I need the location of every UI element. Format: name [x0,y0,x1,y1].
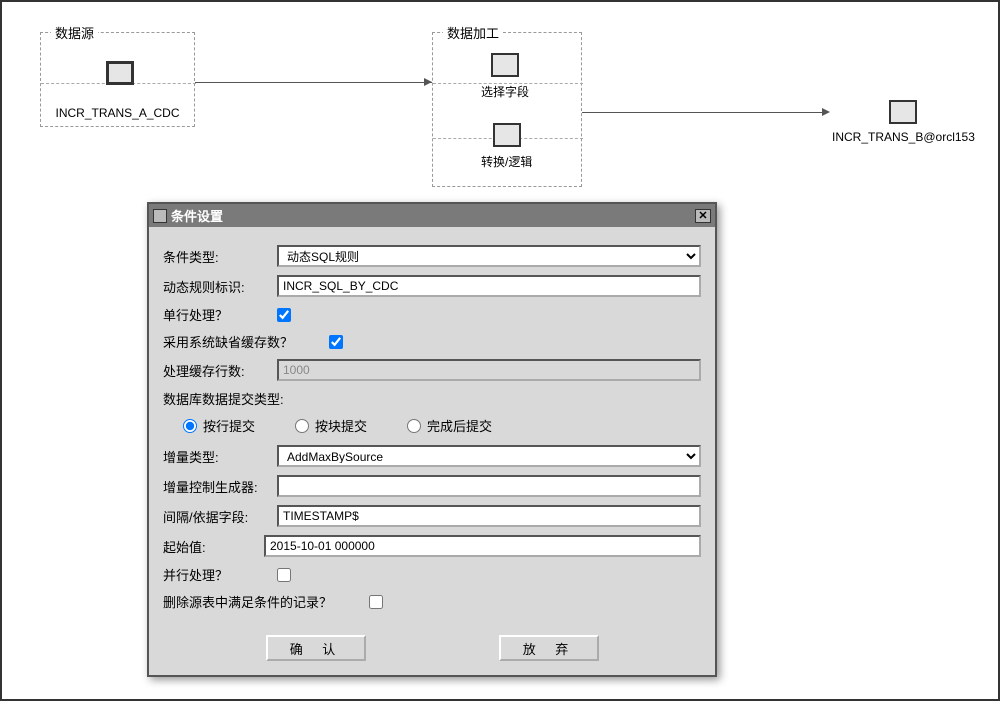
label-commit-type: 数据库数据提交类型: [163,389,323,408]
node-source-label: INCR_TRANS_A_CDC [41,106,194,120]
radio-commit-block-label: 按块提交 [315,416,367,435]
select-incr-type[interactable]: AddMaxBySource [277,445,701,467]
select-cond-type[interactable]: 动态SQL规则 [277,245,701,267]
connector [582,112,827,113]
input-cache-rows [277,359,701,381]
diagram-canvas: 数据源 INCR_TRANS_A_CDC 数据加工 选择字段 转换/逻辑 INC… [2,2,998,699]
arrowhead-icon [822,108,830,116]
label-sys-cache: 采用系统缺省缓存数？ [163,332,323,351]
arrowhead-icon [424,78,432,86]
group-datasource-legend: 数据源 [51,23,98,42]
radio-commit-block[interactable] [295,419,309,433]
node-transform-label: 转换/逻辑 [481,153,532,170]
label-rule-id: 动态规则标识: [163,277,271,296]
node-box-icon [491,53,519,77]
group-processing: 数据加工 选择字段 转换/逻辑 [432,32,582,187]
label-incr-type: 增量类型: [163,447,271,466]
dialog-titlebar[interactable]: 条件设置 ✕ [149,204,715,227]
radio-commit-row[interactable] [183,419,197,433]
node-target[interactable]: INCR_TRANS_B@orcl153 [832,100,975,144]
input-incr-gen[interactable] [277,475,701,497]
ok-button[interactable]: 确 认 [266,635,366,661]
dialog-button-bar: 确 认 放 弃 [149,625,715,675]
checkbox-sys-cache[interactable] [329,335,343,349]
dialog-condition-settings: 条件设置 ✕ 条件类型: 动态SQL规则 动态规则标识: 单行处理？ 采用系统缺… [147,202,717,677]
checkbox-parallel[interactable] [277,568,291,582]
group-processing-legend: 数据加工 [443,23,503,42]
node-box-icon [493,123,521,147]
dialog-body: 条件类型: 动态SQL规则 动态规则标识: 单行处理？ 采用系统缺省缓存数？ 处… [149,227,715,625]
label-start-value: 起始值: [163,537,258,556]
label-single-row: 单行处理？ [163,305,271,324]
group-datasource: 数据源 INCR_TRANS_A_CDC [40,32,195,127]
connector [195,82,432,83]
node-transform[interactable]: 转换/逻辑 [481,123,532,170]
label-incr-gen: 增量控制生成器: [163,477,271,496]
label-interval-field: 间隔/依据字段: [163,507,271,526]
label-delete-src: 删除源表中满足条件的记录？ [163,592,363,611]
close-button[interactable]: ✕ [695,209,711,223]
input-interval-field[interactable] [277,505,701,527]
checkbox-delete-src[interactable] [369,595,383,609]
dialog-title: 条件设置 [171,206,223,225]
input-start-value[interactable] [264,535,701,557]
label-parallel: 并行处理？ [163,565,271,584]
node-target-label: INCR_TRANS_B@orcl153 [832,130,975,144]
radio-commit-after[interactable] [407,419,421,433]
radio-group-commit: 按行提交 按块提交 完成后提交 [163,416,701,435]
node-box-icon [889,100,917,124]
label-cache-rows: 处理缓存行数: [163,361,271,380]
node-source-box [106,61,134,85]
node-select-fields-label: 选择字段 [481,83,529,100]
radio-commit-row-label: 按行提交 [203,416,255,435]
node-select-fields[interactable]: 选择字段 [481,53,529,100]
radio-commit-after-label: 完成后提交 [427,416,492,435]
app-icon [153,209,167,223]
node-source[interactable] [86,61,154,85]
input-rule-id[interactable] [277,275,701,297]
checkbox-single-row[interactable] [277,308,291,322]
cancel-button[interactable]: 放 弃 [499,635,599,661]
label-cond-type: 条件类型: [163,247,271,266]
